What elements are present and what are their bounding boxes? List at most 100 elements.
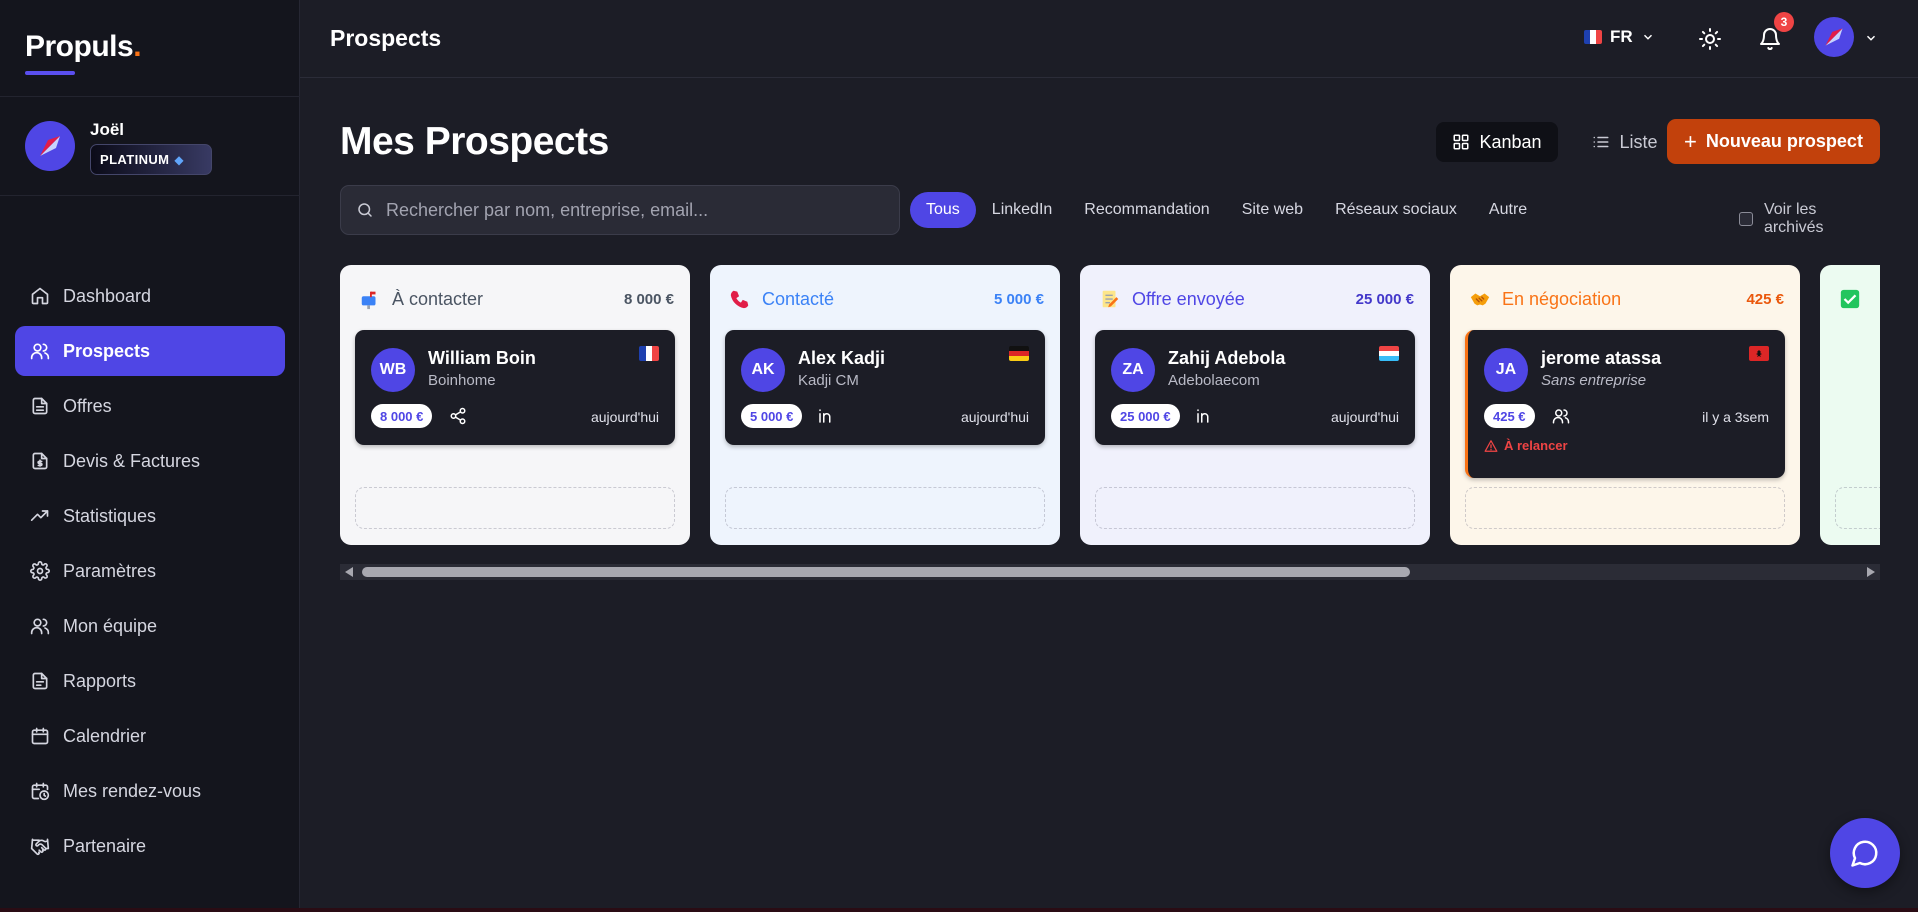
sidebar-item-mon-equipe[interactable]: Mon équipe bbox=[15, 601, 285, 651]
sidebar-item-mes-rendez-vous[interactable]: Mes rendez-vous bbox=[15, 766, 285, 816]
sidebar-nav: Dashboard Prospects Offres Devis & Factu… bbox=[15, 271, 285, 876]
logo-underline bbox=[25, 71, 75, 75]
users-icon bbox=[30, 343, 50, 360]
prospect-company: Kadji CM bbox=[798, 372, 859, 389]
calendar-clock-icon bbox=[31, 782, 50, 801]
new-prospect-button[interactable]: + Nouveau prospect bbox=[1667, 119, 1880, 164]
sidebar-item-statistiques[interactable]: Statistiques bbox=[15, 491, 285, 541]
search-input[interactable] bbox=[386, 199, 886, 221]
chevron-down-icon[interactable] bbox=[1864, 31, 1878, 45]
column-total: 8 000 € bbox=[623, 290, 674, 308]
flag-lu-icon bbox=[1379, 346, 1399, 361]
sidebar-item-label: Dashboard bbox=[63, 285, 152, 306]
filter-reseaux-sociaux[interactable]: Réseaux sociaux bbox=[1319, 192, 1473, 228]
add-prospect-button[interactable] bbox=[725, 487, 1045, 529]
prospect-date: aujourd'hui bbox=[960, 409, 1029, 425]
memo-icon bbox=[1098, 287, 1122, 311]
user-avatar[interactable] bbox=[25, 121, 75, 171]
sidebar-item-label: Partenaire bbox=[63, 835, 147, 856]
kanban-board: À contacter 8 000 € WB William Boin Boin… bbox=[340, 265, 1880, 547]
scroll-right-arrow[interactable] bbox=[1867, 567, 1875, 577]
prospect-company: Sans entreprise bbox=[1541, 372, 1647, 389]
chat-support-button[interactable] bbox=[1830, 818, 1900, 888]
prospect-name: Alex Kadji bbox=[798, 348, 886, 368]
show-archived-toggle[interactable]: Voir les archivés bbox=[1739, 201, 1880, 237]
filter-autre[interactable]: Autre bbox=[1473, 192, 1543, 228]
warning-icon bbox=[1484, 439, 1498, 452]
logo[interactable]: Propuls. bbox=[25, 30, 142, 64]
rocket-icon bbox=[40, 136, 60, 156]
sidebar-item-label: Offres bbox=[63, 395, 112, 416]
sidebar-item-offres[interactable]: Offres bbox=[15, 381, 285, 431]
kanban-column-en-negociation: En négociation 425 € JA jerome atassa Sa… bbox=[1450, 265, 1800, 545]
sidebar-divider bbox=[0, 195, 300, 196]
sidebar-item-label: Mes rendez-vous bbox=[63, 780, 202, 801]
document-icon bbox=[32, 397, 48, 415]
prospect-avatar: JA bbox=[1484, 348, 1528, 392]
sidebar-item-dashboard[interactable]: Dashboard bbox=[15, 271, 285, 321]
sidebar-item-prospects[interactable]: Prospects bbox=[15, 326, 285, 376]
sidebar-item-calendrier[interactable]: Calendrier bbox=[15, 711, 285, 761]
prospect-card[interactable]: AK Alex Kadji Kadji CM 5 000 € aujourd'h… bbox=[725, 330, 1045, 445]
user-plan-label: PLATINUM bbox=[100, 152, 170, 167]
kanban-column-a-contacter: À contacter 8 000 € WB William Boin Boin… bbox=[340, 265, 690, 545]
show-archived-checkbox[interactable] bbox=[1739, 212, 1753, 226]
user-name: Joël bbox=[90, 120, 125, 139]
sidebar-item-partenaire[interactable]: Partenaire bbox=[15, 821, 285, 871]
column-title: À contacter bbox=[392, 288, 484, 309]
app-root: Propuls. Joël PLATINUM ◆ Dashboard Prospe… bbox=[0, 0, 1918, 912]
column-header: Contacté 5 000 € bbox=[728, 287, 1044, 311]
kanban-horizontal-scrollbar[interactable] bbox=[340, 564, 1880, 580]
view-kanban-button[interactable]: Kanban bbox=[1436, 122, 1558, 162]
new-prospect-label: Nouveau prospect bbox=[1705, 131, 1863, 151]
column-title: Contacté bbox=[762, 288, 835, 309]
sidebar-item-parametres[interactable]: Paramètres bbox=[15, 546, 285, 596]
grid-icon bbox=[1453, 134, 1469, 150]
sidebar-item-label: Paramètres bbox=[63, 560, 157, 581]
filter-tous[interactable]: Tous bbox=[910, 192, 976, 228]
trending-up-icon bbox=[30, 510, 49, 521]
prospect-avatar: WB bbox=[371, 348, 415, 392]
list-icon bbox=[1593, 136, 1609, 148]
add-prospect-button[interactable] bbox=[1465, 487, 1785, 529]
prospect-name: jerome atassa bbox=[1541, 348, 1662, 368]
language-selector[interactable]: FR bbox=[1584, 27, 1655, 47]
profile-avatar-button[interactable] bbox=[1814, 17, 1854, 57]
view-list-button[interactable]: Liste bbox=[1570, 122, 1680, 162]
kanban-column-next bbox=[1820, 265, 1880, 545]
add-prospect-button[interactable] bbox=[355, 487, 675, 529]
prospect-date: il y a 3sem bbox=[1702, 409, 1769, 425]
report-icon bbox=[32, 672, 48, 690]
chevron-down-icon bbox=[1643, 34, 1652, 40]
filter-site-web[interactable]: Site web bbox=[1226, 192, 1319, 228]
kanban-column-contacte: Contacté 5 000 € AK Alex Kadji Kadji CM … bbox=[710, 265, 1060, 545]
prospect-date: aujourd'hui bbox=[1330, 409, 1399, 425]
column-title: Offre envoyée bbox=[1132, 288, 1245, 309]
add-prospect-button[interactable] bbox=[1835, 487, 1880, 529]
language-code: FR bbox=[1610, 27, 1633, 46]
filter-recommandation[interactable]: Recommandation bbox=[1068, 192, 1225, 228]
prospect-card[interactable]: ZA Zahij Adebola Adebolaecom 25 000 € au… bbox=[1095, 330, 1415, 445]
plus-icon: + bbox=[1684, 128, 1697, 154]
team-icon bbox=[30, 618, 50, 635]
sidebar-item-devis-factures[interactable]: Devis & Factures bbox=[15, 436, 285, 486]
prospect-card[interactable]: JA jerome atassa Sans entreprise 425 € i… bbox=[1465, 330, 1785, 478]
rocket-icon bbox=[1825, 28, 1843, 46]
prospect-date: aujourd'hui bbox=[590, 409, 659, 425]
theme-toggle-button[interactable] bbox=[1695, 24, 1725, 54]
prospect-card[interactable]: WB William Boin Boinhome 8 000 € aujourd… bbox=[355, 330, 675, 445]
sidebar-item-label: Rapports bbox=[63, 670, 137, 691]
column-header: En négociation 425 € bbox=[1468, 287, 1784, 311]
column-header: Offre envoyée 25 000 € bbox=[1098, 287, 1414, 311]
scroll-left-arrow[interactable] bbox=[345, 567, 353, 577]
sidebar-item-rapports[interactable]: Rapports bbox=[15, 656, 285, 706]
column-total: 5 000 € bbox=[993, 290, 1044, 308]
share-icon bbox=[450, 407, 466, 425]
gear-icon bbox=[30, 561, 50, 581]
filter-linkedin[interactable]: LinkedIn bbox=[976, 192, 1069, 228]
add-prospect-button[interactable] bbox=[1095, 487, 1415, 529]
scroll-thumb[interactable] bbox=[362, 567, 1410, 577]
mailbox-icon bbox=[358, 287, 382, 311]
prospect-name: William Boin bbox=[428, 348, 536, 368]
handshake-emoji-icon bbox=[1468, 287, 1492, 311]
